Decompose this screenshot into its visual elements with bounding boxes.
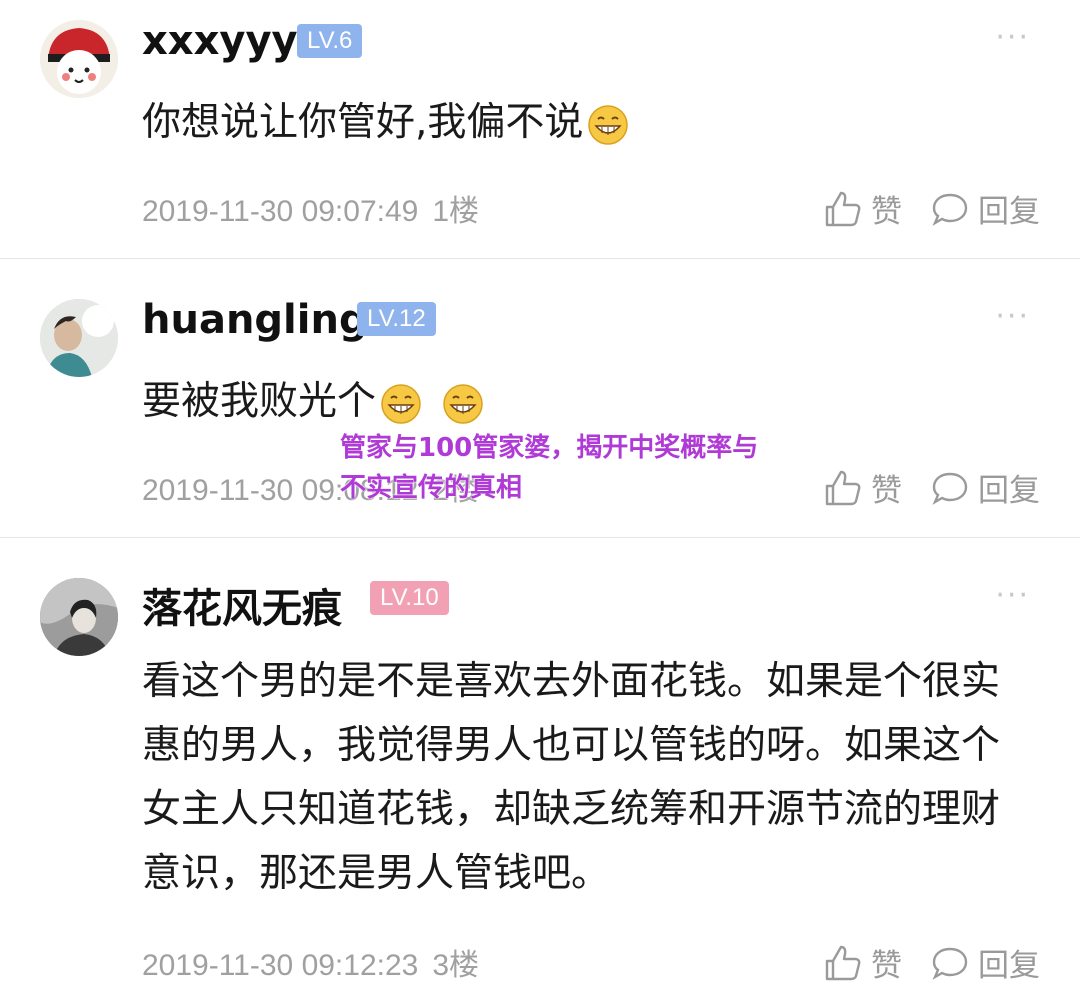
photo-avatar-icon [40,299,118,377]
grin-emoji-icon [588,104,629,145]
overlay-caption: 管家与100管家婆，揭开中奖概率与不实宣传的真相 [340,433,759,503]
thumbs-up-icon [825,191,861,226]
chat-bubble-icon [932,472,968,505]
like-button[interactable]: 赞 [823,940,902,985]
comment-content: 看这个男的是不是喜欢去外面花钱。如果是个很实惠的男人，我觉得男人也可以管钱的呀。… [142,650,1037,906]
avatar[interactable] [40,299,118,377]
more-options-icon[interactable]: ··· [995,20,1030,55]
like-button[interactable]: 赞 [823,465,902,510]
comment-content: 要被我败光个 [142,371,1042,433]
chat-bubble-icon [932,193,968,226]
avatar[interactable] [40,578,118,656]
chat-bubble-icon [932,947,968,980]
comment-meta: 2019-11-30 09:07:49 1楼 [142,186,479,230]
reply-label: 回复 [978,473,1040,509]
reply-button[interactable]: 回复 [930,465,1040,510]
comment-text: 要被我败光个 [142,379,377,424]
level-badge: LV.12 [357,302,436,336]
comment-item: 落花风无痕 LV.10 ··· 看这个男的是不是喜欢去外面花钱。如果是个很实惠的… [0,538,1080,990]
thumbs-up-icon [825,470,861,505]
comment-text: 你想说让你管好,我偏不说 [142,100,584,145]
like-label: 赞 [871,948,902,984]
level-badge: LV.10 [370,581,449,615]
cartoon-avatar-icon [40,20,118,98]
grin-emoji-icon [381,383,421,424]
reply-label: 回复 [978,194,1040,230]
comment-content: 你想说让你管好,我偏不说 [142,92,1042,154]
like-label: 赞 [871,194,902,230]
timestamp: 2019-11-30 09:12:23 [142,949,419,982]
comment-item: xxxyyy LV.6 ··· 你想说让你管好,我偏不说 2019-11-30 … [0,0,1080,258]
thumbs-up-icon [825,945,861,980]
reply-label: 回复 [978,948,1040,984]
floor-number: 1楼 [432,195,480,228]
like-label: 赞 [871,473,902,509]
avatar[interactable] [40,20,118,98]
comment-text: 看这个男的是不是喜欢去外面花钱。如果是个很实惠的男人，我觉得男人也可以管钱的呀。… [142,659,1001,896]
comment-actions: 赞 回复 [823,940,1040,985]
more-options-icon[interactable]: ··· [995,578,1030,613]
comment-actions: 赞 回复 [823,186,1040,231]
timestamp: 2019-11-30 09:07:49 [142,195,419,228]
reply-button[interactable]: 回复 [930,940,1040,985]
username[interactable]: huangling [142,297,368,343]
comment-actions: 赞 回复 [823,465,1040,510]
photo-avatar-icon [40,578,118,656]
level-badge: LV.6 [297,24,363,58]
floor-number: 3楼 [432,949,480,982]
username[interactable]: xxxyyy [142,18,298,64]
like-button[interactable]: 赞 [823,186,902,231]
comment-meta: 2019-11-30 09:12:23 3楼 [142,940,479,984]
grin-emoji-icon [443,383,483,424]
more-options-icon[interactable]: ··· [995,299,1030,334]
reply-button[interactable]: 回复 [930,186,1040,231]
username[interactable]: 落花风无痕 [142,576,342,634]
